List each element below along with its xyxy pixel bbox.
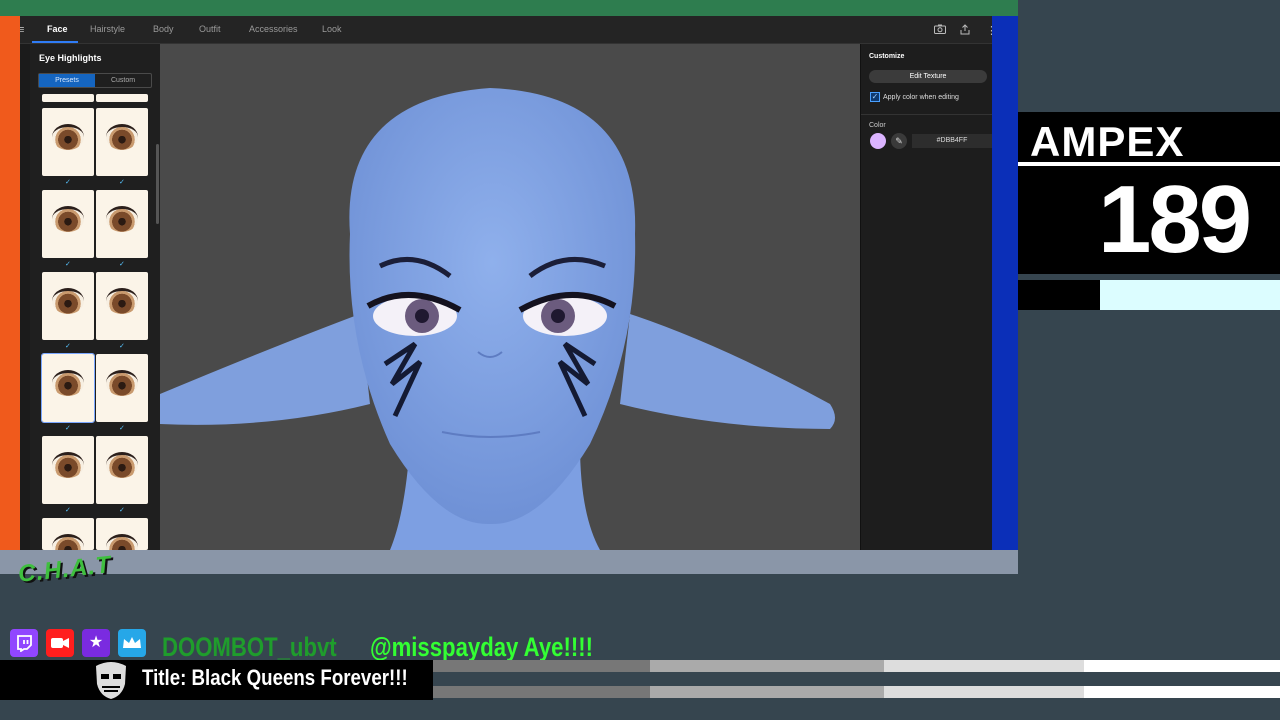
ticker-gradient-bottom [433, 686, 1280, 698]
right-blue-strip [992, 16, 1018, 550]
twitch-icon [10, 629, 38, 657]
eye-icon [52, 370, 84, 396]
check-icon: ✓ [65, 343, 71, 350]
eye-icon [106, 124, 138, 150]
tab-look[interactable]: Look [322, 24, 342, 34]
tab-bar: ≡ Face Hairstyle Body Outfit Accessories… [20, 16, 992, 44]
ticker-segment [650, 660, 884, 672]
custom-segment[interactable]: Custom [95, 74, 151, 87]
left-orange-strip [0, 16, 20, 550]
ticker-segment [433, 660, 650, 672]
eye-icon [52, 534, 84, 550]
check-icon: ✓ [65, 261, 71, 268]
more-icon[interactable]: ⋮ [986, 24, 992, 37]
presets-custom-toggle: Presets Custom [38, 73, 152, 88]
avatar-head-render [160, 88, 835, 550]
eye-preset-thumb[interactable] [96, 436, 148, 504]
eyedropper-icon[interactable]: ✎ [891, 133, 907, 149]
menu-icon[interactable]: ≡ [20, 24, 24, 36]
ampex-wordmark: AMPEX [1030, 118, 1185, 165]
check-icon: ✓ [65, 507, 71, 514]
eye-preset-thumb[interactable] [96, 190, 148, 258]
color-hex-field[interactable]: #DBB4FF [912, 134, 992, 148]
color-label: Color [869, 122, 886, 129]
apply-color-label: Apply color when editing [883, 94, 959, 101]
check-icon: ✓ [119, 179, 125, 186]
ampex-number: 189 [1098, 166, 1252, 273]
check-icon: ✓ [119, 343, 125, 350]
eye-highlights-panel: Eye Highlights Presets Custom ✓ ✓ ✓ ✓ ✓ … [30, 44, 160, 550]
active-tab-indicator [32, 41, 78, 43]
camera-icon[interactable] [934, 24, 946, 37]
edit-texture-button[interactable]: Edit Texture [869, 70, 987, 83]
eye-icon [106, 288, 138, 314]
eye-icon [106, 534, 138, 550]
eye-preset-thumb[interactable] [96, 108, 148, 176]
eye-preset-thumb[interactable] [96, 518, 148, 550]
eye-icon [106, 370, 138, 396]
avatar-editor-window: ≡ Face Hairstyle Body Outfit Accessories… [20, 16, 992, 550]
stream-title: Title: Black Queens Forever!!! [142, 665, 408, 690]
top-green-strip [0, 0, 1018, 16]
panel-title: Eye Highlights [39, 53, 102, 63]
eye-preset-thumb[interactable] [42, 108, 94, 176]
youtube-icon [46, 629, 74, 657]
ampex-bar-dark [1018, 280, 1100, 310]
star-icon: ★ [82, 629, 110, 657]
customize-panel: Customize Edit Texture ✓ Apply color whe… [861, 44, 992, 550]
eye-preset-thumb[interactable] [42, 94, 94, 102]
eye-preset-thumb[interactable] [96, 354, 148, 422]
tab-face[interactable]: Face [47, 24, 68, 34]
eye-preset-thumb[interactable] [42, 272, 94, 340]
preset-scrollbar[interactable] [156, 144, 159, 224]
ticker-segment [1084, 686, 1280, 698]
eye-icon [52, 206, 84, 232]
crown-icon [118, 629, 146, 657]
ticker-gradient-top [433, 660, 1280, 672]
eye-icon [52, 288, 84, 314]
eye-icon [52, 452, 84, 478]
apply-color-checkbox[interactable]: ✓ [870, 92, 880, 102]
eye-preset-thumb[interactable] [96, 272, 148, 340]
tab-body[interactable]: Body [153, 24, 174, 34]
ticker-segment [433, 686, 650, 698]
eye-icon [52, 124, 84, 150]
ticker-segment [884, 660, 1084, 672]
eye-preset-thumb[interactable] [42, 518, 94, 550]
ampex-bar-light [1100, 280, 1280, 310]
customize-title: Customize [869, 53, 905, 60]
ticker-segment [650, 686, 884, 698]
presets-segment[interactable]: Presets [39, 74, 95, 87]
window-bottom-bar [0, 550, 1018, 574]
share-icon[interactable] [960, 24, 970, 38]
chat-username: DOOMBOT_ubvt [162, 632, 337, 662]
chat-message: @misspayday Aye!!!! [370, 632, 593, 662]
eye-icon [106, 452, 138, 478]
eye-preset-thumb-selected[interactable] [41, 353, 95, 423]
check-icon: ✓ [65, 425, 71, 432]
ticker-segment [1084, 660, 1280, 672]
check-icon: ✓ [119, 507, 125, 514]
tab-hairstyle[interactable]: Hairstyle [90, 24, 125, 34]
tab-outfit[interactable]: Outfit [199, 24, 221, 34]
color-swatch[interactable] [870, 133, 886, 149]
mask-icon [92, 660, 130, 700]
avatar-3d-viewport[interactable] [160, 44, 860, 550]
tab-accessories[interactable]: Accessories [249, 24, 298, 34]
check-icon: ✓ [119, 425, 125, 432]
check-icon: ✓ [119, 261, 125, 268]
eye-icon [106, 206, 138, 232]
eye-preset-thumb[interactable] [42, 190, 94, 258]
eye-preset-thumb[interactable] [96, 94, 148, 102]
ticker-segment [884, 686, 1084, 698]
check-icon: ✓ [65, 179, 71, 186]
eye-preset-thumb[interactable] [42, 436, 94, 504]
section-divider [861, 114, 992, 115]
